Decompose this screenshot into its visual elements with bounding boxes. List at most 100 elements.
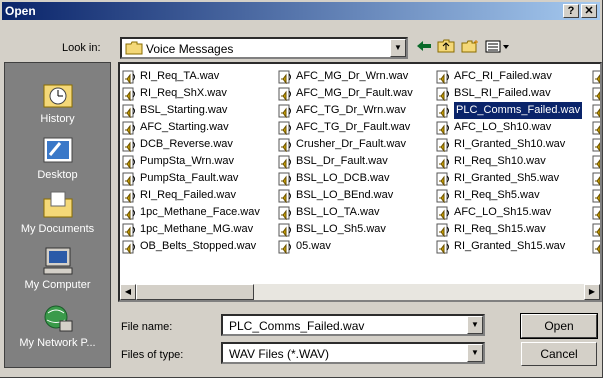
- file-name: AFC_LO_Sh10.wav: [454, 121, 552, 133]
- file-item-partial[interactable]: [592, 204, 600, 221]
- file-item[interactable]: BSL_LO_Sh5.wav: [278, 221, 413, 238]
- file-item[interactable]: RI_Req_Sh15.wav: [436, 221, 582, 238]
- file-item-partial[interactable]: [592, 119, 600, 136]
- place-my-documents[interactable]: My Documents: [5, 185, 110, 241]
- filename-dropdown-button[interactable]: ▼: [467, 316, 483, 334]
- scroll-left-button[interactable]: ◀: [120, 284, 136, 300]
- file-item-partial[interactable]: [592, 221, 600, 238]
- file-item[interactable]: AFC_TG_Dr_Wrn.wav: [278, 102, 413, 119]
- file-item[interactable]: AFC_Starting.wav: [122, 119, 260, 136]
- file-item-partial[interactable]: [592, 68, 600, 85]
- file-item-partial[interactable]: [592, 170, 600, 187]
- file-item[interactable]: RI_Req_ShX.wav: [122, 85, 260, 102]
- file-item[interactable]: AFC_MG_Dr_Fault.wav: [278, 85, 413, 102]
- file-item[interactable]: AFC_LO_Sh15.wav: [436, 204, 582, 221]
- desktop-icon: [43, 137, 72, 163]
- close-button[interactable]: ✕: [581, 4, 597, 18]
- back-icon[interactable]: [414, 39, 434, 57]
- file-item[interactable]: 05.wav: [278, 238, 413, 255]
- file-name: RI_Req_ShX.wav: [140, 87, 227, 99]
- wav-file-icon: [278, 138, 291, 152]
- wav-file-icon: [122, 240, 135, 254]
- wav-file-icon: [436, 138, 449, 152]
- file-item[interactable]: OB_Belts_Stopped.wav: [122, 238, 260, 255]
- file-item[interactable]: RI_Granted_Sh15.wav: [436, 238, 582, 255]
- my-network-icon: [44, 305, 72, 332]
- file-item[interactable]: PLC_Comms_Failed.wav: [436, 102, 583, 119]
- wav-file-icon: [122, 70, 135, 84]
- lookin-combo[interactable]: Voice Messages ▼: [120, 37, 408, 59]
- file-item-partial[interactable]: [592, 136, 600, 153]
- file-item[interactable]: BSL_LO_DCB.wav: [278, 170, 413, 187]
- file-name: 1pc_Methane_MG.wav: [140, 223, 254, 235]
- file-item[interactable]: RI_Req_Sh10.wav: [436, 153, 582, 170]
- file-item[interactable]: PumpSta_Wrn.wav: [122, 153, 260, 170]
- file-item[interactable]: RI_Req_TA.wav: [122, 68, 260, 85]
- view-menu-icon[interactable]: [484, 39, 514, 57]
- file-item[interactable]: RI_Req_Sh5.wav: [436, 187, 582, 204]
- file-item-partial[interactable]: [592, 153, 600, 170]
- file-item[interactable]: 1pc_Methane_MG.wav: [122, 221, 260, 238]
- wav-file-icon: [592, 223, 600, 237]
- file-column-2: AFC_MG_Dr_Wrn.wav AFC_MG_Dr_Fault.wav AFC_…: [278, 68, 413, 255]
- file-item[interactable]: Crusher_Dr_Fault.wav: [278, 136, 413, 153]
- file-list[interactable]: RI_Req_TA.wav RI_Req_ShX.wav BSL_Starting.…: [118, 62, 602, 302]
- filename-input[interactable]: PLC_Comms_Failed.wav: [221, 314, 485, 336]
- scroll-thumb[interactable]: [136, 284, 254, 300]
- place-my-computer[interactable]: My Computer: [5, 241, 110, 297]
- file-item[interactable]: AFC_LO_Sh10.wav: [436, 119, 582, 136]
- place-history-label: History: [40, 113, 75, 125]
- file-item[interactable]: RI_Granted_Sh10.wav: [436, 136, 582, 153]
- file-name: PumpSta_Fault.wav: [140, 172, 239, 184]
- file-item[interactable]: RI_Granted_Sh5.wav: [436, 170, 582, 187]
- wav-file-icon: [436, 155, 449, 169]
- filetype-dropdown-button[interactable]: ▼: [467, 344, 483, 362]
- file-item[interactable]: PumpSta_Fault.wav: [122, 170, 260, 187]
- wav-file-icon: [592, 172, 600, 186]
- file-item[interactable]: BSL_Starting.wav: [122, 102, 260, 119]
- wav-file-icon: [122, 104, 135, 118]
- help-button[interactable]: ?: [563, 4, 579, 18]
- file-name: AFC_MG_Dr_Wrn.wav: [296, 70, 409, 82]
- file-item-partial[interactable]: [592, 238, 600, 255]
- file-item-partial[interactable]: [592, 85, 600, 102]
- file-name: BSL_Dr_Fault.wav: [296, 155, 388, 167]
- horizontal-scrollbar[interactable]: ◀ ▶: [120, 284, 600, 300]
- place-my-network[interactable]: My Network P...: [5, 299, 110, 355]
- file-item[interactable]: BSL_LO_TA.wav: [278, 204, 413, 221]
- scroll-right-button[interactable]: ▶: [584, 284, 600, 300]
- place-desktop[interactable]: Desktop: [5, 131, 110, 187]
- wav-file-icon: [592, 70, 600, 84]
- file-name: DCB_Reverse.wav: [140, 138, 233, 150]
- wav-file-icon: [436, 70, 449, 84]
- file-item[interactable]: AFC_RI_Failed.wav: [436, 68, 582, 85]
- file-item[interactable]: BSL_RI_Failed.wav: [436, 85, 582, 102]
- file-item[interactable]: BSL_LO_BEnd.wav: [278, 187, 413, 204]
- file-item[interactable]: RI_Req_Failed.wav: [122, 187, 260, 204]
- wav-file-icon: [278, 189, 291, 203]
- wav-file-icon: [278, 104, 291, 118]
- open-button[interactable]: Open: [520, 313, 598, 339]
- cancel-button[interactable]: Cancel: [521, 342, 597, 366]
- wav-file-icon: [436, 240, 449, 254]
- new-folder-icon[interactable]: [460, 39, 480, 57]
- wav-file-icon: [436, 87, 449, 101]
- file-name: RI_Granted_Sh5.wav: [454, 172, 560, 184]
- file-item[interactable]: 1pc_Methane_Face.wav: [122, 204, 260, 221]
- filetype-select[interactable]: WAV Files (*.WAV): [221, 342, 485, 364]
- filename-label: File name:: [121, 321, 173, 333]
- lookin-dropdown-button[interactable]: ▼: [390, 39, 406, 57]
- file-name: RI_Req_Sh5.wav: [454, 189, 540, 201]
- up-folder-icon[interactable]: [436, 39, 456, 57]
- wav-file-icon: [436, 206, 449, 220]
- file-item[interactable]: DCB_Reverse.wav: [122, 136, 260, 153]
- wav-file-icon: [592, 104, 600, 118]
- file-item-partial[interactable]: [592, 187, 600, 204]
- file-item[interactable]: AFC_TG_Dr_Fault.wav: [278, 119, 413, 136]
- dialog-title: Open: [5, 4, 36, 18]
- place-history[interactable]: History: [5, 75, 110, 131]
- file-item[interactable]: BSL_Dr_Fault.wav: [278, 153, 413, 170]
- file-item-partial[interactable]: [592, 102, 600, 119]
- file-name: PLC_Comms_Failed.wav: [454, 102, 583, 119]
- file-item[interactable]: AFC_MG_Dr_Wrn.wav: [278, 68, 413, 85]
